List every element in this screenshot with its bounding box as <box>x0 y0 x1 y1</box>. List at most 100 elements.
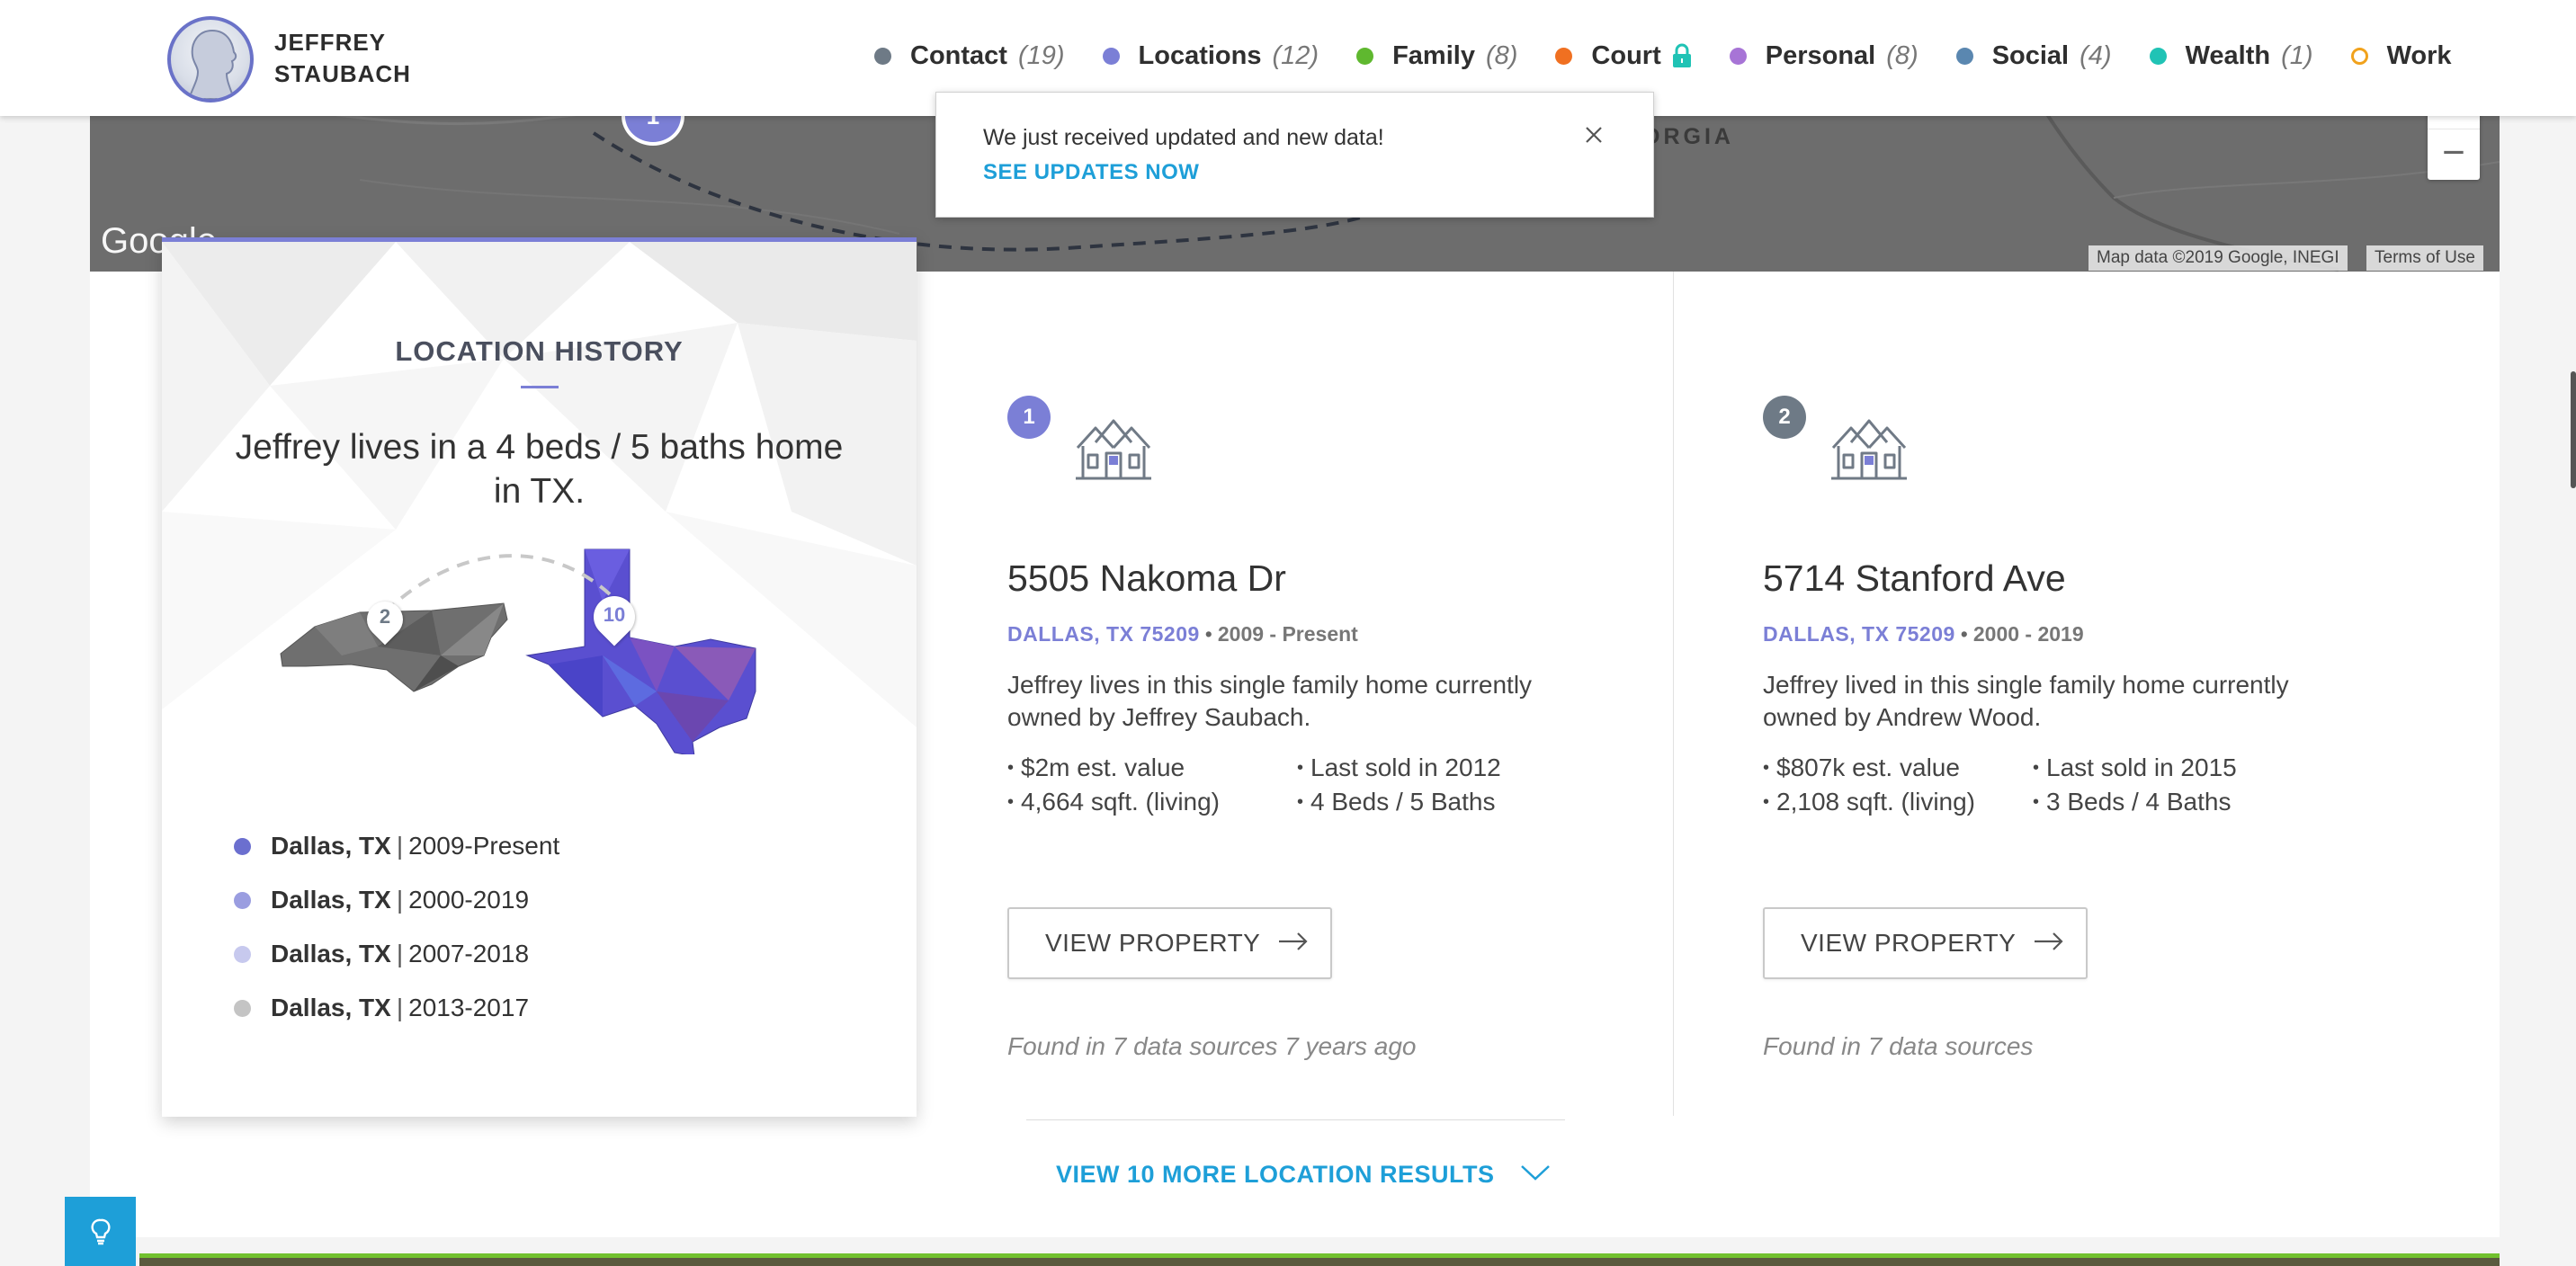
nav-item-work[interactable]: Work <box>2350 40 2452 71</box>
person-first-name: JEFFREY <box>274 29 387 56</box>
view-property-label: VIEW PROPERTY <box>1045 929 1261 957</box>
list-item: Dallas, TX | 2007-2018 <box>234 927 559 981</box>
property-description: Jeffrey lived in this single family home… <box>1763 671 2289 731</box>
map-region-label: ORGIA <box>1642 124 1734 149</box>
location-dot-icon <box>234 999 251 1017</box>
view-property-label: VIEW PROPERTY <box>1801 929 2017 957</box>
list-item: Dallas, TX | 2013-2017 <box>234 981 559 1035</box>
nav-count: (12) <box>1272 40 1319 70</box>
location-summary: Jeffrey lives in a 4 beds / 5 baths home… <box>235 428 844 511</box>
location-years: 2013-2017 <box>408 994 530 1021</box>
property-description: Jeffrey lives in this single family home… <box>1007 671 1533 731</box>
list-item: Dallas, TX | 2009-Present <box>234 819 559 873</box>
location-list: Dallas, TX | 2009-Present Dallas, TX | 2… <box>234 819 559 1035</box>
notification-message: We just received updated and new data! <box>983 125 1384 150</box>
location-history-card: LOCATION HISTORY Jeffrey lives in a 4 be… <box>162 237 917 1117</box>
property-fact: 3 Beds / 4 Baths <box>2033 788 2319 816</box>
state-pin-label: 10 <box>603 603 626 626</box>
nav-count: (19) <box>1017 40 1065 70</box>
location-years: 2007-2018 <box>408 940 530 967</box>
property-fact: 4 Beds / 5 Baths <box>1297 788 1583 816</box>
property-fact: 4,664 sqft. (living) <box>1007 788 1297 816</box>
nav-label: Wealth <box>2185 40 2271 70</box>
house-icon <box>1828 415 1910 485</box>
nav-item-contact[interactable]: Contact (19) <box>874 41 1065 71</box>
view-more-locations-link[interactable]: VIEW 10 MORE LOCATION RESULTS <box>1056 1161 1551 1189</box>
person-name: JEFFREY STAUBACH <box>274 27 411 90</box>
property-city-link[interactable]: DALLAS, TX 75209 <box>1763 622 1955 646</box>
data-sources-note: Found in 7 data sources 7 years ago <box>1007 1032 1417 1060</box>
location-dot-icon <box>234 837 251 855</box>
nav-label: Family <box>1392 40 1475 70</box>
property-facts: $807k est. value Last sold in 2015 2,108… <box>1763 753 2339 816</box>
social-dot-icon <box>1955 47 1973 65</box>
avatar[interactable] <box>167 16 254 103</box>
nav-item-social[interactable]: Social (4) <box>1955 40 2112 71</box>
location-years: 2000-2019 <box>408 886 530 914</box>
nav-label: Social <box>1991 40 2070 70</box>
property-number-badge: 1 <box>1007 396 1051 439</box>
view-property-button[interactable]: VIEW PROPERTY <box>1763 907 2088 979</box>
nav-label: Locations <box>1138 40 1262 70</box>
nav-item-court[interactable]: Court <box>1555 41 1691 71</box>
lightbulb-button[interactable] <box>65 1197 136 1266</box>
work-dot-icon <box>2350 47 2368 65</box>
nav-count: (8) <box>1485 40 1518 70</box>
map-terms-link[interactable]: Terms of Use <box>2366 245 2483 271</box>
close-icon[interactable] <box>1580 121 1607 148</box>
scrollbar[interactable] <box>2571 371 2576 488</box>
nav-label: Personal <box>1765 40 1876 70</box>
property-number-badge: 2 <box>1763 396 1806 439</box>
court-dot-icon <box>1555 47 1573 65</box>
update-notification: We just received updated and new data! S… <box>935 92 1654 218</box>
location-city: Dallas, TX <box>271 940 391 967</box>
property-fact: $2m est. value <box>1007 753 1297 782</box>
map-attribution: Map data ©2019 Google, INEGI <box>2089 245 2348 271</box>
state-map-graphic: 2 10 <box>279 548 801 759</box>
column-divider <box>1673 272 1674 1116</box>
house-icon <box>1072 415 1155 485</box>
contact-dot-icon <box>874 47 891 65</box>
nav-item-wealth[interactable]: Wealth (1) <box>2149 40 2313 71</box>
more-divider <box>1026 1119 1565 1120</box>
view-more-label: VIEW 10 MORE LOCATION RESULTS <box>1056 1161 1495 1188</box>
property-fact: Last sold in 2015 <box>2033 753 2319 782</box>
category-nav: Contact (19) Locations (12) Family (8) C… <box>874 36 2452 76</box>
location-dot-icon <box>234 945 251 963</box>
list-item: Dallas, TX | 2000-2019 <box>234 873 559 927</box>
nav-count: (8) <box>1886 40 1919 70</box>
location-city: Dallas, TX <box>271 832 391 860</box>
wealth-dot-icon <box>2149 47 2167 65</box>
property-city-link[interactable]: DALLAS, TX 75209 <box>1007 622 1200 646</box>
see-updates-link[interactable]: SEE UPDATES NOW <box>983 160 1199 185</box>
nav-item-family[interactable]: Family (8) <box>1356 41 1517 71</box>
state-pin-label: 2 <box>379 605 391 628</box>
nav-count: (4) <box>2080 40 2112 70</box>
property-address: 5505 Nakoma Dr <box>1007 557 1286 599</box>
personal-dot-icon <box>1729 47 1747 65</box>
nav-item-locations[interactable]: Locations (12) <box>1102 40 1319 71</box>
location-dot-icon <box>234 891 251 909</box>
view-property-button[interactable]: VIEW PROPERTY <box>1007 907 1332 979</box>
lightbulb-icon <box>90 1218 111 1244</box>
data-sources-note: Found in 7 data sources <box>1763 1032 2034 1060</box>
nav-label: Court <box>1591 40 1661 70</box>
property-years: 2000 - 2019 <box>1972 622 2084 646</box>
next-section-accent <box>139 1253 2500 1258</box>
location-years: 2009-Present <box>408 832 560 860</box>
arrow-right-icon <box>2034 932 2064 956</box>
chevron-down-icon <box>1520 1163 1551 1186</box>
lock-icon <box>1672 43 1692 68</box>
locations-dot-icon <box>1102 47 1120 65</box>
property-meta: DALLAS, TX 75209 • 2000 - 2019 <box>1763 622 2084 646</box>
location-city: Dallas, TX <box>271 886 391 914</box>
zoom-out-button[interactable]: − <box>2428 129 2480 180</box>
property-fact: 2,108 sqft. (living) <box>1763 788 2033 816</box>
property-years: 2009 - Present <box>1217 622 1358 646</box>
property-facts: $2m est. value Last sold in 2012 4,664 s… <box>1007 753 1583 816</box>
family-dot-icon <box>1356 47 1374 65</box>
nav-count: (1) <box>2281 40 2313 70</box>
nav-item-personal[interactable]: Personal (8) <box>1729 40 1919 71</box>
property-meta: DALLAS, TX 75209 • 2009 - Present <box>1007 622 1358 646</box>
nav-label: Work <box>2386 40 2452 70</box>
